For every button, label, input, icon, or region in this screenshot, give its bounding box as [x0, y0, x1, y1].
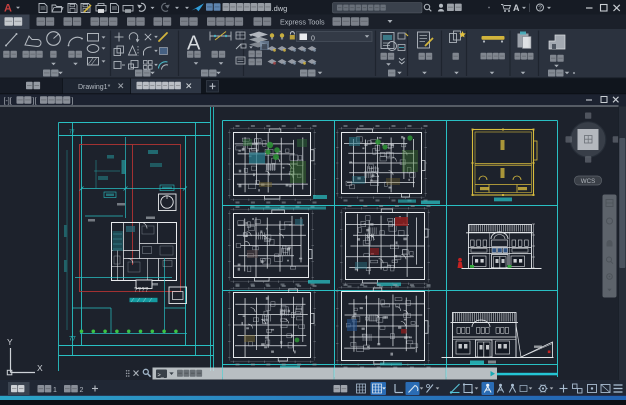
svg-text:>_: >_: [158, 372, 165, 378]
svg-text:A: A: [513, 3, 520, 13]
svg-text:????: ????: [134, 287, 149, 294]
svg-text:77: 77: [69, 337, 76, 343]
svg-text:Express Tools: Express Tools: [280, 18, 325, 27]
svg-text:Drawing1*: Drawing1*: [78, 84, 111, 91]
svg-text:?: ?: [538, 5, 542, 12]
svg-text:77: 77: [69, 130, 75, 136]
svg-text:[-][: [-][: [4, 98, 12, 105]
svg-text:WCS: WCS: [581, 178, 595, 185]
svg-text:Y: Y: [7, 337, 13, 347]
svg-text:2: 2: [80, 387, 84, 394]
svg-text:A: A: [4, 3, 12, 15]
svg-text:]: ]: [72, 98, 74, 105]
svg-text:][: ][: [33, 98, 37, 105]
svg-text:.dwg: .dwg: [272, 4, 288, 13]
svg-text:X: X: [37, 363, 43, 373]
svg-text:1: 1: [53, 387, 57, 394]
svg-text:0: 0: [311, 35, 315, 42]
